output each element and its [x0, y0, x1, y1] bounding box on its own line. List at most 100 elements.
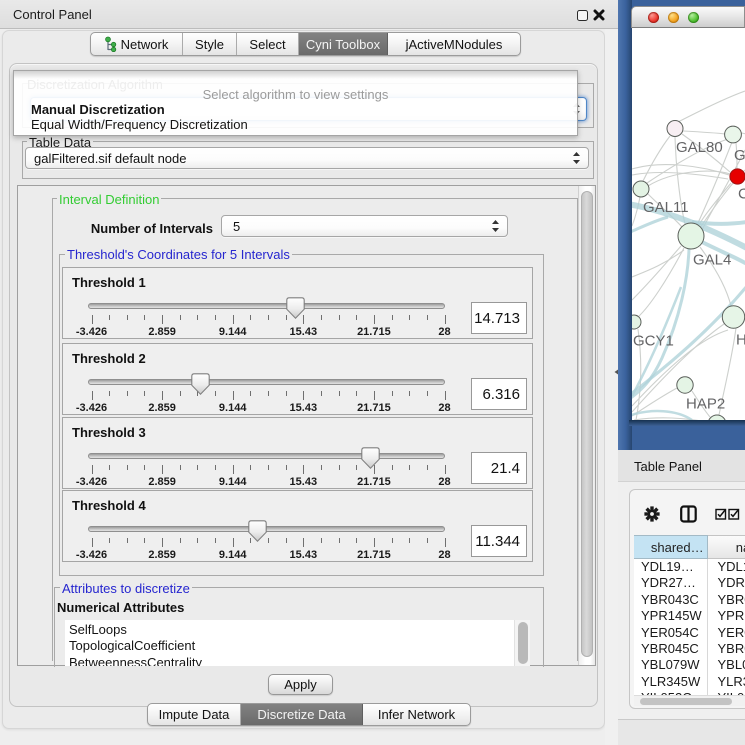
- table-data-combo[interactable]: galFiltered.sif default node: [25, 147, 589, 169]
- network-edge[interactable]: [643, 136, 670, 181]
- attributes-list-scrollbar-thumb[interactable]: [518, 622, 528, 664]
- table-cell-name[interactable]: YDR277C: [708, 575, 745, 591]
- threshold-value-field[interactable]: 14.713: [471, 302, 527, 334]
- network-node-GAL4[interactable]: [678, 223, 704, 249]
- tab-cyni-toolbox[interactable]: Cyni Toolbox: [299, 33, 388, 55]
- attributes-list-scrollbar[interactable]: [514, 620, 530, 666]
- table-cell-name[interactable]: YDL194W: [708, 559, 745, 575]
- slider-track[interactable]: [88, 379, 445, 385]
- network-edge[interactable]: [698, 183, 731, 227]
- close-icon[interactable]: [593, 9, 605, 21]
- table-row[interactable]: YDL19…YDL194W: [634, 559, 745, 575]
- table-cell-shared-name[interactable]: YBR043C: [634, 592, 708, 608]
- intervals-count-combo[interactable]: 5: [221, 215, 508, 237]
- table-row[interactable]: YLR345WYLR345W: [634, 674, 745, 690]
- popup-placeholder-item[interactable]: Select algorithm to view settings: [18, 87, 573, 102]
- table-horizontal-scrollbar-thumb[interactable]: [640, 698, 732, 705]
- popup-item-manual[interactable]: Manual Discretization: [31, 102, 573, 117]
- slider-track[interactable]: [88, 453, 445, 459]
- network-edge[interactable]: [683, 131, 725, 134]
- slider-thumb[interactable]: [191, 373, 210, 395]
- tab-style[interactable]: Style: [183, 33, 237, 55]
- slider-tick-label: 21.715: [357, 549, 391, 561]
- network-edge[interactable]: [632, 172, 728, 179]
- table-cell-name[interactable]: YLR345W: [708, 674, 745, 690]
- network-node-node-top-right[interactable]: [725, 126, 742, 143]
- network-edge-thick[interactable]: [692, 222, 745, 224]
- table-row[interactable]: YBR045CYBR045C: [634, 641, 745, 657]
- network-edge[interactable]: [632, 246, 681, 300]
- table-cell-name[interactable]: YBR045C: [708, 641, 745, 657]
- attribute-list-item[interactable]: TopologicalCoefficient: [65, 638, 530, 654]
- threshold-box-3: Threshold 3-3.4262.8599.14415.4321.71528…: [62, 417, 533, 489]
- table-row[interactable]: YDR27…YDR277C: [634, 575, 745, 591]
- control-panel-titlebar[interactable]: Control Panel: [0, 0, 618, 29]
- gear-icon[interactable]: [644, 506, 660, 522]
- table-column-header[interactable]: name: [708, 535, 745, 559]
- table-cell-shared-name[interactable]: YDL19…: [634, 559, 708, 575]
- table-cell-shared-name[interactable]: YDR27…: [634, 575, 708, 591]
- table-column-header[interactable]: shared…: [634, 535, 708, 559]
- network-node-GAL11[interactable]: [633, 181, 649, 197]
- float-window-icon[interactable]: [577, 10, 588, 21]
- tab-select[interactable]: Select: [237, 33, 299, 55]
- table-cell-shared-name[interactable]: YLR345W: [634, 674, 708, 690]
- network-edge[interactable]: [678, 91, 745, 122]
- slider-thumb[interactable]: [361, 447, 380, 469]
- slider-minor-tick: [321, 465, 322, 470]
- network-node-red-node[interactable]: [730, 169, 745, 184]
- table-row[interactable]: YBR043CYBR043C: [634, 592, 745, 608]
- slider-thumb[interactable]: [248, 520, 267, 542]
- combo-arrows-icon: [572, 151, 581, 165]
- network-node-GAL80[interactable]: [667, 121, 683, 137]
- checkbox-icon[interactable]: [715, 508, 727, 520]
- bottom-tab-discretize-data[interactable]: Discretize Data: [241, 704, 363, 725]
- table-cell-shared-name[interactable]: YBL079W: [634, 657, 708, 673]
- tab-network[interactable]: Network: [91, 33, 183, 55]
- network-node-GCY1[interactable]: [632, 315, 641, 329]
- slider-track[interactable]: [88, 303, 445, 309]
- table-cell-name[interactable]: YER054C: [708, 625, 745, 641]
- apply-button[interactable]: Apply: [268, 674, 333, 695]
- attribute-list-item[interactable]: BetweennessCentrality: [65, 655, 530, 666]
- threshold-value-field[interactable]: 6.316: [471, 378, 527, 410]
- vertical-scrollbar-thumb[interactable]: [581, 191, 593, 657]
- threshold-value-field[interactable]: 11.344: [471, 525, 527, 557]
- popup-item-equal-width[interactable]: Equal Width/Frequency Discretization: [31, 117, 573, 132]
- table-cell-name[interactable]: YBR043C: [708, 592, 745, 608]
- slider-major-tick: [233, 315, 234, 324]
- network-edge[interactable]: [632, 197, 640, 226]
- table-cell-shared-name[interactable]: YPR145W: [634, 608, 708, 624]
- table-row[interactable]: YPR145WYPR145W: [634, 608, 745, 624]
- slider-tick-label: 21.715: [357, 402, 391, 414]
- table-cell-name[interactable]: YPR145W: [708, 608, 745, 624]
- table-cell-name[interactable]: YBL079W: [708, 657, 745, 673]
- network-window-titlebar[interactable]: [631, 6, 745, 28]
- slider-thumb[interactable]: [286, 297, 305, 319]
- tab-jactivemnodules[interactable]: jActiveMNodules: [388, 33, 520, 55]
- bottom-tab-impute-data[interactable]: Impute Data: [148, 704, 241, 725]
- table-row[interactable]: YBL079WYBL079W: [634, 657, 745, 673]
- checkbox-icon[interactable]: [728, 508, 740, 520]
- vertical-scrollbar[interactable]: [578, 186, 595, 665]
- split-view-icon[interactable]: [680, 505, 697, 523]
- table-cell-shared-name[interactable]: YER054C: [634, 625, 708, 641]
- network-view-canvas[interactable]: GAL80GACGAL11GAL4GCY1HHAP2: [632, 28, 745, 420]
- network-edge[interactable]: [638, 248, 684, 317]
- table-row[interactable]: YER054CYER054C: [634, 625, 745, 641]
- attribute-list-item[interactable]: SelfLoops: [65, 622, 530, 638]
- table-horizontal-scrollbar[interactable]: [634, 695, 745, 706]
- minimize-traffic-light-icon[interactable]: [668, 12, 679, 23]
- slider-minor-tick: [392, 465, 393, 470]
- desktop-left-band: [618, 0, 632, 450]
- network-node-node-right-h[interactable]: [722, 306, 744, 328]
- table-panel-titlebar[interactable]: Table Panel: [618, 450, 745, 482]
- network-node-HAP2[interactable]: [677, 377, 693, 393]
- zoom-traffic-light-icon[interactable]: [688, 12, 699, 23]
- network-edge-thick[interactable]: [632, 217, 668, 233]
- table-cell-shared-name[interactable]: YBR045C: [634, 641, 708, 657]
- close-traffic-light-icon[interactable]: [648, 12, 659, 23]
- threshold-value-field[interactable]: 21.4: [471, 452, 527, 484]
- slider-major-tick: [92, 315, 93, 324]
- bottom-tab-infer-network[interactable]: Infer Network: [363, 704, 470, 725]
